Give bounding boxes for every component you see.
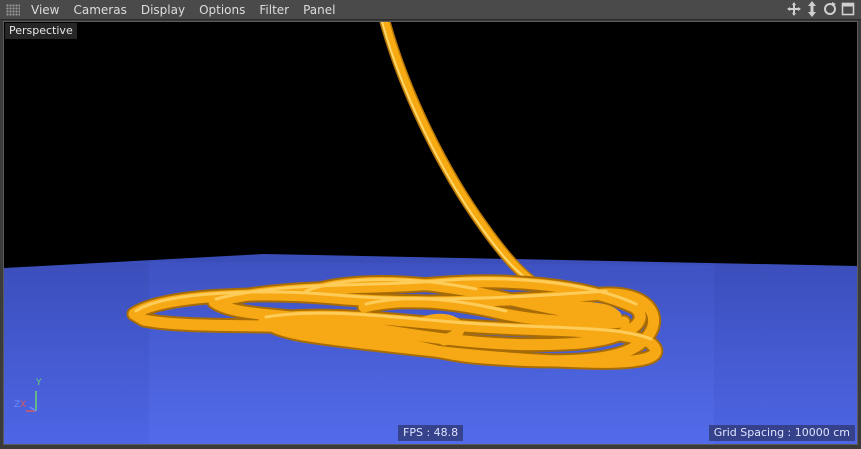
menu-cameras[interactable]: Cameras bbox=[66, 0, 133, 20]
menu-options[interactable]: Options bbox=[192, 0, 252, 20]
viewport-nav-icons bbox=[787, 1, 855, 17]
menu-display[interactable]: Display bbox=[134, 0, 192, 20]
move-icon[interactable] bbox=[787, 1, 801, 17]
axis-labels: Y Z X bbox=[10, 378, 46, 414]
menu-filter[interactable]: Filter bbox=[252, 0, 296, 20]
perspective-viewport[interactable]: Perspective Y Z X FPS : 48.8 Grid Spacin… bbox=[3, 21, 858, 445]
scene-render bbox=[4, 22, 857, 444]
camera-label[interactable]: Perspective bbox=[5, 23, 77, 39]
panel-grip-icon[interactable] bbox=[6, 3, 20, 16]
grid-spacing-readout: Grid Spacing : 10000 cm bbox=[708, 425, 855, 441]
rotate-icon[interactable] bbox=[823, 1, 837, 17]
viewport-menubar: View Cameras Display Options Filter Pane… bbox=[0, 0, 861, 20]
maximize-icon[interactable] bbox=[841, 1, 855, 17]
axis-y-label: Y bbox=[36, 378, 42, 388]
axis-x-label: X bbox=[20, 400, 27, 410]
menu-panel[interactable]: Panel bbox=[296, 0, 342, 20]
menu-view[interactable]: View bbox=[24, 0, 66, 20]
rope-strand bbox=[379, 22, 558, 298]
fps-readout: FPS : 48.8 bbox=[398, 425, 464, 441]
zoom-icon[interactable] bbox=[805, 1, 819, 17]
